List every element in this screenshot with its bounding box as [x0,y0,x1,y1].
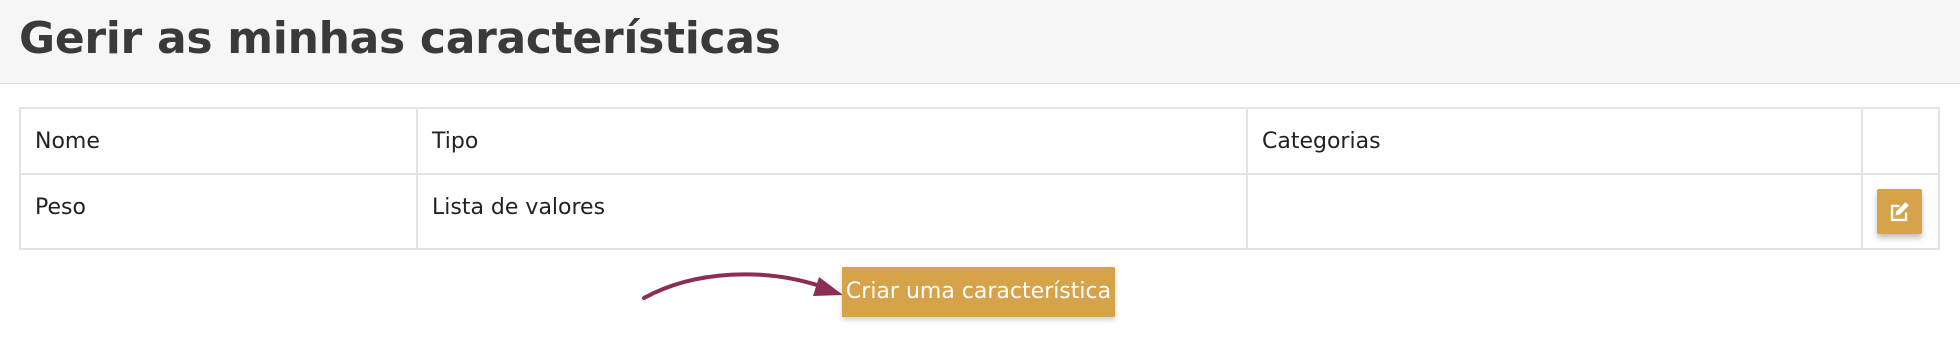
page-title: Gerir as minhas características [19,13,781,64]
cell-tipo: Lista de valores [416,173,1248,250]
create-characteristic-button[interactable]: Criar uma característica [842,267,1115,317]
column-header-categorias: Categorias [1246,107,1863,175]
edit-button[interactable] [1877,189,1922,234]
column-header-nome: Nome [19,107,418,175]
pointer-arrow [642,272,843,300]
cell-nome: Peso [19,173,418,250]
column-header-actions [1861,107,1940,175]
cell-categorias [1246,173,1863,250]
table-row: Peso Lista de valores [19,173,1940,250]
cell-actions [1861,173,1940,250]
characteristics-table: Nome Tipo Categorias Peso Lista de valor… [19,107,1940,250]
table-header-row: Nome Tipo Categorias [19,107,1940,175]
column-header-tipo: Tipo [416,107,1248,175]
page-header: Gerir as minhas características [0,0,1960,84]
